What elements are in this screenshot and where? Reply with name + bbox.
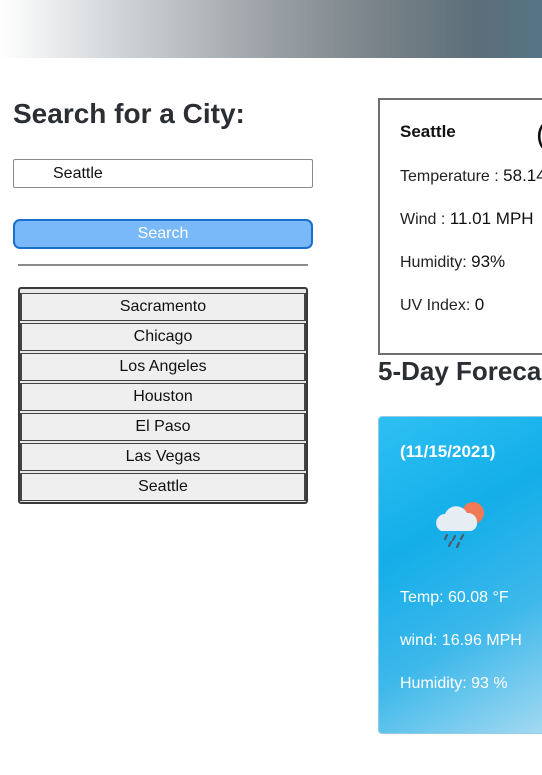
history-item[interactable]: Seattle <box>20 473 306 501</box>
forecast-date: (11/15/2021) <box>400 442 496 461</box>
search-title: Search for a City: <box>13 98 245 129</box>
uv-label: UV Index: <box>400 297 475 314</box>
current-weather-card: Seattle ( Temperature : 58.14 Wind : 11.… <box>378 98 542 355</box>
current-date-paren: ( <box>536 118 542 152</box>
header-banner <box>0 0 542 58</box>
history-item[interactable]: El Paso <box>20 413 306 441</box>
cloud-rain-sun-icon <box>436 502 484 549</box>
wind-value: 11.01 MPH <box>449 209 534 228</box>
history-item[interactable]: Los Angeles <box>20 353 306 381</box>
forecast-wind: wind: 16.96 MPH <box>400 632 522 649</box>
forecast-humidity: Humidity: 93 % <box>400 675 508 692</box>
search-button[interactable]: Search <box>13 219 313 249</box>
history-item[interactable]: Las Vegas <box>20 443 306 471</box>
current-uv-index: UV Index: 0 <box>400 295 484 315</box>
divider <box>18 264 308 266</box>
uv-value: 0 <box>474 295 485 314</box>
search-history-list: Sacramento Chicago Los Angeles Houston E… <box>18 287 308 504</box>
humidity-label: Humidity: <box>400 254 472 271</box>
forecast-card: (11/15/2021) Temp: 60.08 °F wind: 16.96 … <box>378 416 542 734</box>
current-wind: Wind : 11.01 MPH <box>400 209 534 229</box>
humidity-value: 93% <box>471 252 506 271</box>
history-item[interactable]: Houston <box>20 383 306 411</box>
temperature-label: Temperature : <box>400 168 504 185</box>
city-search-input[interactable] <box>13 159 313 188</box>
temperature-value: 58.14 <box>503 166 542 185</box>
forecast-title: 5-Day Forecast <box>378 356 542 386</box>
current-city-name: Seattle <box>400 122 456 141</box>
history-item[interactable]: Chicago <box>20 323 306 351</box>
current-humidity: Humidity: 93% <box>400 252 505 272</box>
forecast-temp: Temp: 60.08 °F <box>400 589 509 606</box>
wind-label: Wind : <box>400 211 450 228</box>
current-temperature: Temperature : 58.14 <box>400 166 542 186</box>
history-item[interactable]: Sacramento <box>20 293 306 321</box>
